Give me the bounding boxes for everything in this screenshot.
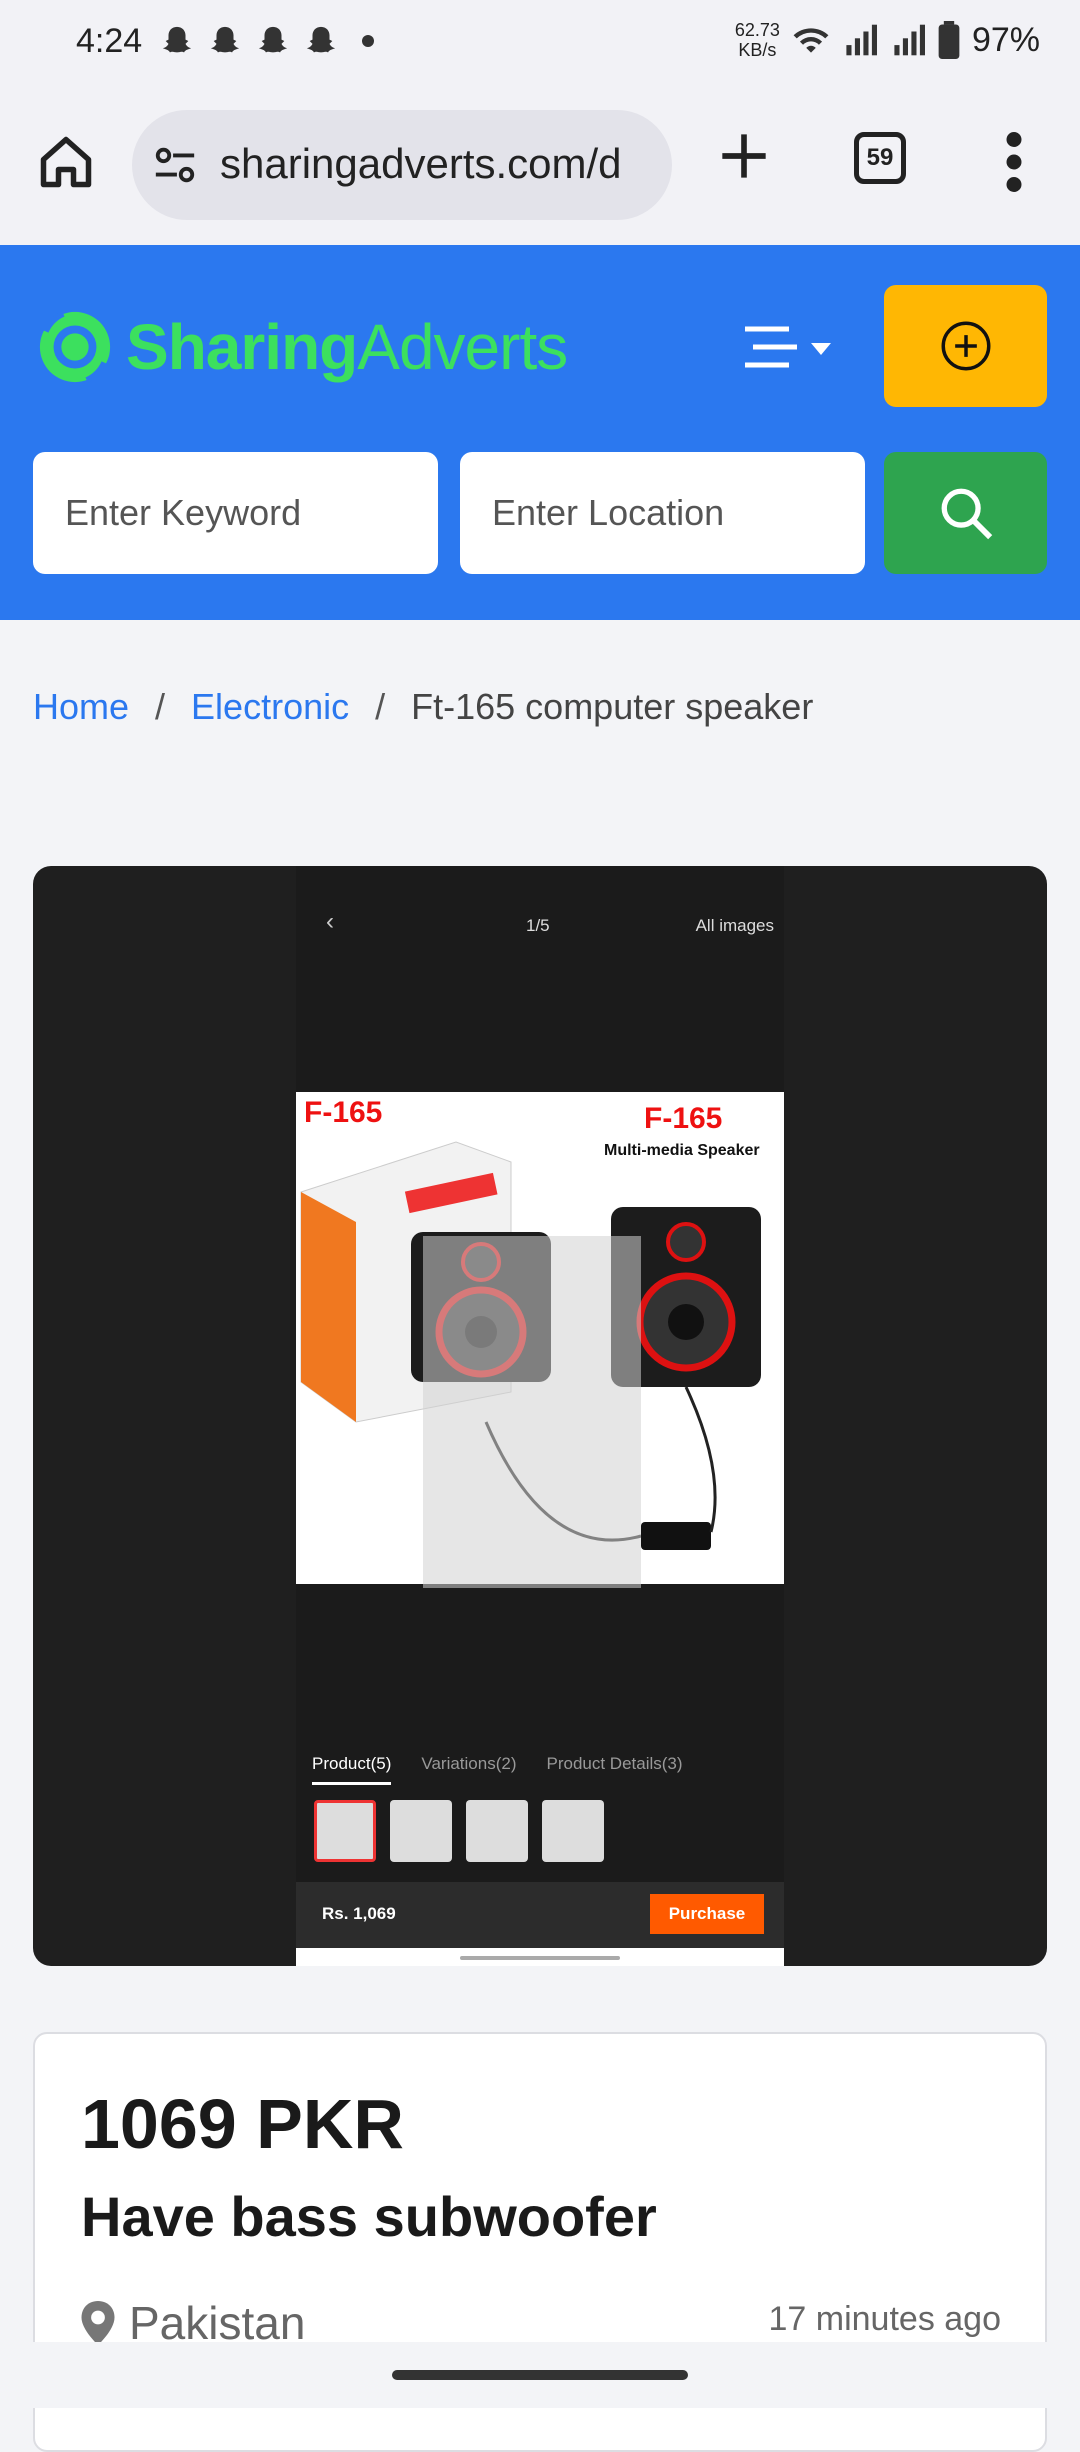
net-speed-unit: KB/s bbox=[738, 40, 777, 60]
photo-thumbnails bbox=[314, 1800, 604, 1862]
photo-footer: Rs. 1,069 Purchase bbox=[296, 1882, 784, 1948]
photo-thumbnail bbox=[314, 1800, 376, 1862]
site-logo[interactable]: SharingAdverts bbox=[36, 293, 568, 401]
listing-price: 1069 PKR bbox=[81, 2085, 404, 2163]
home-icon[interactable] bbox=[36, 132, 96, 192]
more-notifications-dot bbox=[362, 35, 374, 47]
photo-purchase-label: Purchase bbox=[650, 1894, 764, 1934]
signal-icon bbox=[846, 24, 877, 56]
system-icons: 62.73 KB/s 97% bbox=[735, 20, 1040, 60]
photo-thumbnail bbox=[466, 1800, 528, 1862]
photo-tabs: Product(5) Variations(2) Product Details… bbox=[312, 1754, 683, 1785]
site-settings-icon[interactable] bbox=[152, 142, 198, 188]
search-icon bbox=[941, 488, 992, 540]
net-speed-value: 62.73 bbox=[734, 20, 780, 40]
photo-top-bar: ‹ 1/5 All images bbox=[296, 908, 784, 948]
photo-thumbnail bbox=[542, 1800, 604, 1862]
plus-circle-icon bbox=[941, 321, 990, 371]
breadcrumb-separator: / bbox=[155, 686, 166, 727]
new-tab-icon[interactable] bbox=[718, 130, 770, 182]
navigation-bar bbox=[0, 2342, 1080, 2408]
status-time: 4:24 bbox=[76, 22, 143, 60]
photo-thumbnail bbox=[390, 1800, 452, 1862]
battery-percent: 97% bbox=[971, 20, 1040, 59]
address-bar[interactable]: sharingadverts.com/d bbox=[132, 110, 672, 220]
logo-text: SharingAdverts bbox=[126, 310, 568, 384]
tab-switcher-button[interactable]: 59 bbox=[854, 132, 906, 184]
breadcrumb-separator: / bbox=[375, 686, 386, 727]
snapchat-icon bbox=[210, 26, 240, 53]
photo-tab: Product Details(3) bbox=[546, 1754, 683, 1773]
site-header: SharingAdverts bbox=[0, 245, 1080, 620]
home-gesture-pill[interactable] bbox=[392, 2370, 688, 2380]
posted-time: 17 minutes ago bbox=[768, 2300, 1002, 2338]
snapchat-icon bbox=[162, 26, 192, 53]
photo-tab: Product(5) bbox=[312, 1754, 392, 1785]
photo-tab: Variations(2) bbox=[421, 1754, 517, 1773]
logo-text-bold: Sharing bbox=[126, 311, 358, 383]
listing-image-gallery[interactable]: ‹ 1/5 All images F-165 F-165 Multi-media… bbox=[33, 866, 1047, 1966]
logo-text-light: Adverts bbox=[357, 311, 568, 383]
photo-price: Rs. 1,069 bbox=[322, 1904, 396, 1923]
snapchat-icon bbox=[306, 26, 336, 53]
more-options-icon[interactable] bbox=[1000, 132, 1028, 192]
back-arrow-icon: ‹ bbox=[326, 908, 334, 935]
post-ad-button[interactable] bbox=[884, 285, 1047, 407]
breadcrumb: Home / Electronic / Ft-165 computer spea… bbox=[33, 686, 813, 728]
url-text: sharingadverts.com/d bbox=[220, 140, 622, 187]
wifi-icon bbox=[793, 28, 829, 53]
menu-dropdown-icon[interactable] bbox=[745, 323, 845, 373]
location-pin-icon bbox=[81, 2301, 115, 2345]
breadcrumb-home[interactable]: Home bbox=[33, 686, 129, 728]
location-input[interactable] bbox=[460, 452, 865, 574]
status-bar: 4:24 62.73 KB/s 97% bbox=[0, 0, 1080, 90]
notification-icons bbox=[160, 24, 374, 58]
net-speed: 62.73 KB/s bbox=[735, 20, 780, 60]
photo-counter: 1/5 bbox=[526, 916, 550, 935]
breadcrumb-current: Ft-165 computer speaker bbox=[411, 686, 814, 727]
browser-toolbar: sharingadverts.com/d 59 bbox=[0, 90, 1080, 245]
thumbnail-overlay bbox=[423, 1236, 641, 1588]
all-images-label: All images bbox=[695, 916, 774, 935]
signal-icon-2 bbox=[894, 24, 925, 56]
listing-title: Have bass subwoofer bbox=[81, 2185, 657, 2248]
logo-icon bbox=[39, 311, 111, 383]
breadcrumb-category[interactable]: Electronic bbox=[191, 686, 349, 728]
listing-photo: ‹ 1/5 All images F-165 F-165 Multi-media… bbox=[296, 866, 784, 1966]
photo-gesture-bar bbox=[460, 1956, 620, 1960]
search-button[interactable] bbox=[884, 452, 1047, 574]
snapchat-icon bbox=[258, 26, 288, 53]
keyword-input[interactable] bbox=[33, 452, 438, 574]
battery-icon bbox=[938, 21, 960, 59]
